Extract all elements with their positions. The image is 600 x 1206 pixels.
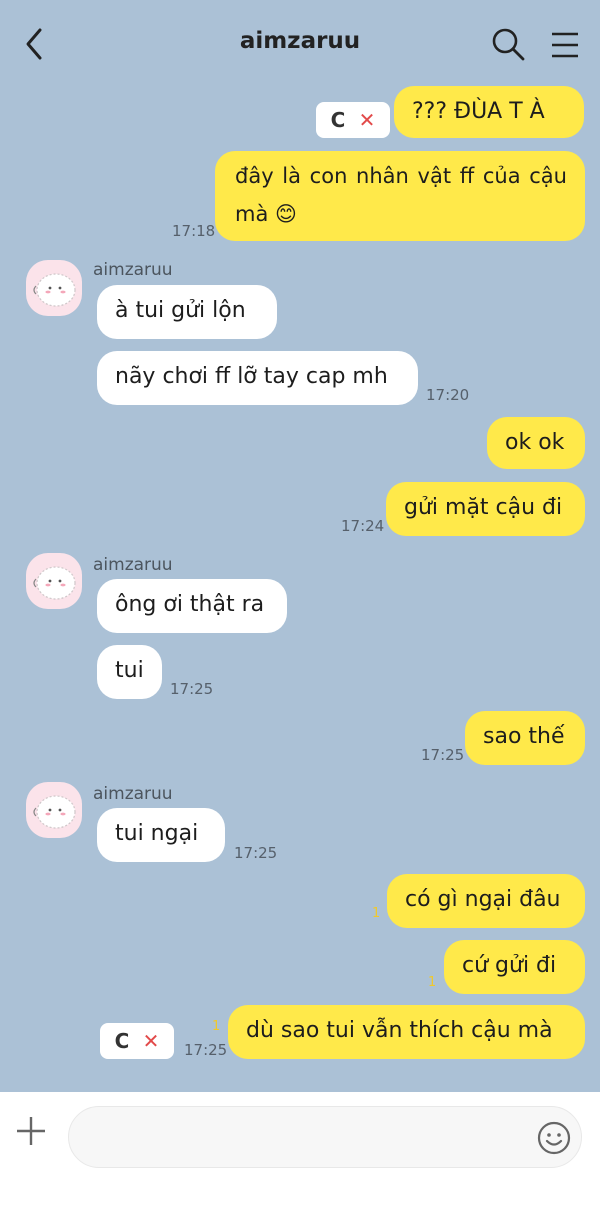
message-timestamp: 17:20 (426, 386, 470, 404)
message-input[interactable] (68, 1106, 582, 1168)
chat-header: aimzaruu (0, 0, 600, 88)
sender-name: aimzaruu (93, 784, 173, 804)
emoji-smiley-icon (537, 1121, 571, 1155)
unread-count: 1 (428, 975, 437, 990)
my-message-bubble[interactable]: sao thế (465, 711, 585, 765)
search-button[interactable] (490, 26, 526, 62)
my-message-bubble[interactable]: cứ gửi đi (444, 940, 585, 994)
message-timestamp: 17:25 (234, 844, 278, 862)
plus-icon (17, 1117, 45, 1145)
message-timestamp: 17:24 (341, 517, 385, 535)
my-message-bubble[interactable]: ??? ĐÙA T À (394, 86, 584, 138)
message-timestamp: 17:25 (170, 680, 214, 698)
my-message-bubble[interactable]: đây là con nhân vật ff của cậu mà 😊 (215, 151, 585, 241)
avatar[interactable] (26, 260, 82, 316)
avatar[interactable] (26, 553, 82, 609)
hamburger-menu-icon (552, 32, 578, 58)
failed-message-actions: C ✕ (316, 102, 390, 138)
menu-button[interactable] (548, 28, 582, 62)
my-message-bubble[interactable]: có gì ngại đâu (387, 874, 585, 928)
sender-name: aimzaruu (93, 260, 173, 280)
failed-message-actions: C ✕ (100, 1023, 174, 1059)
their-message-bubble[interactable]: tui (97, 645, 162, 699)
message-timestamp: 17:25 (421, 746, 465, 764)
attach-button[interactable] (14, 1114, 48, 1148)
message-timestamp: 17:25 (184, 1041, 228, 1059)
message-timestamp: 17:18 (172, 222, 216, 240)
search-icon (492, 28, 525, 61)
unread-count: 1 (212, 1019, 221, 1034)
their-message-bubble[interactable]: nãy chơi ff lỡ tay cap mh (97, 351, 418, 405)
retry-icon[interactable]: C (331, 110, 346, 130)
message-composer (0, 1092, 600, 1206)
hedgehog-avatar-icon (33, 566, 76, 600)
my-message-bubble[interactable]: gửi mặt cậu đi (386, 482, 585, 536)
avatar[interactable] (26, 782, 82, 838)
delete-x-icon[interactable]: ✕ (143, 1031, 160, 1051)
unread-count: 1 (372, 906, 381, 921)
hedgehog-avatar-icon (33, 273, 76, 307)
hedgehog-avatar-icon (33, 795, 76, 829)
my-message-bubble[interactable]: ok ok (487, 417, 585, 469)
delete-x-icon[interactable]: ✕ (359, 110, 376, 130)
my-message-bubble[interactable]: dù sao tui vẫn thích cậu mà (228, 1005, 585, 1059)
retry-icon[interactable]: C (115, 1031, 130, 1051)
emoji-button[interactable] (536, 1120, 572, 1156)
their-message-bubble[interactable]: tui ngại (97, 808, 225, 862)
their-message-bubble[interactable]: à tui gửi lộn (97, 285, 277, 339)
their-message-bubble[interactable]: ông ơi thật ra (97, 579, 287, 633)
sender-name: aimzaruu (93, 555, 173, 575)
